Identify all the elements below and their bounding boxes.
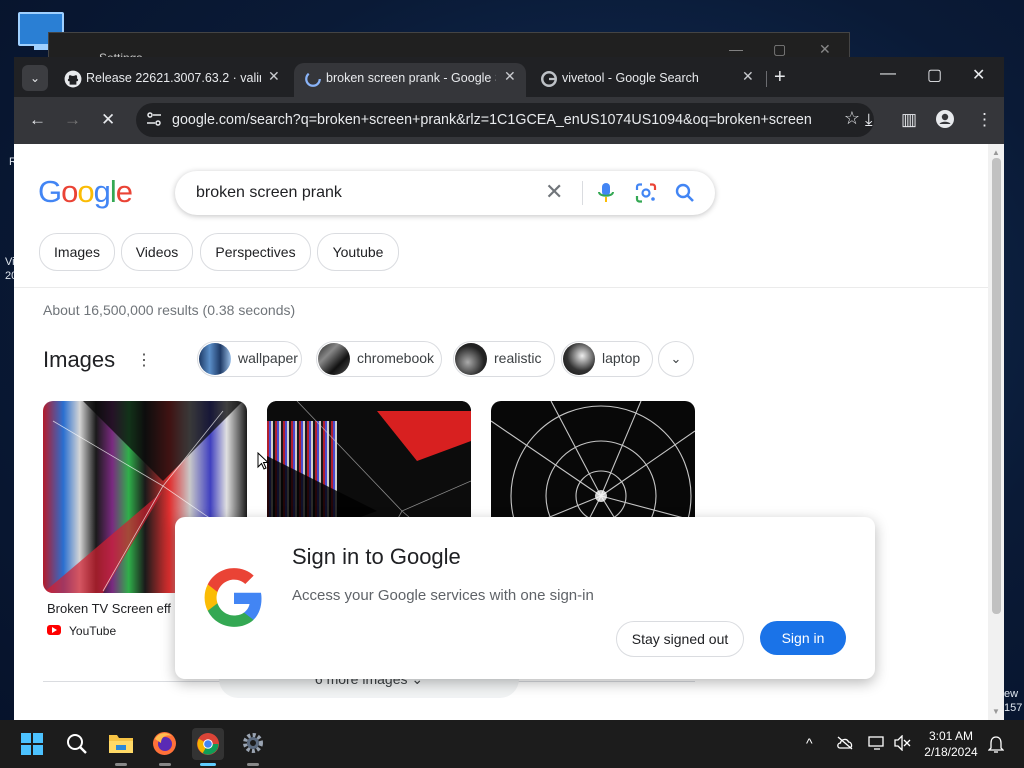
sign-in-title: Sign in to Google: [292, 544, 461, 569]
bookmark-star-icon[interactable]: ☆: [844, 108, 860, 129]
refine-chip-chromebook[interactable]: chromebook: [316, 341, 442, 377]
sign-in-body: Access your Google services with one sig…: [292, 587, 594, 604]
taskbar: ^ 3:01 AM 2/18/2024: [0, 720, 1024, 768]
chrome-icon: [197, 733, 219, 755]
close-icon[interactable]: ✕: [819, 41, 831, 58]
tab-github-release[interactable]: Release 22621.3007.63.2 · valine ✕: [54, 63, 290, 97]
mouse-cursor-icon: [257, 452, 269, 470]
chip-youtube[interactable]: Youtube: [317, 233, 399, 271]
youtube-icon: [47, 625, 61, 635]
desktop-text: ew: [1004, 688, 1019, 700]
address-bar[interactable]: google.com/search?q=broken+screen+prank&…: [136, 103, 874, 137]
clear-search-icon[interactable]: ✕: [545, 179, 563, 205]
scroll-down-arrow-icon[interactable]: ▼: [992, 707, 1000, 716]
google-icon: [541, 71, 557, 87]
onedrive-icon[interactable]: [836, 736, 854, 750]
settings-gear-icon[interactable]: [241, 731, 265, 755]
browser-toolbar: ← → ✕ google.com/search?q=broken+screen+…: [14, 97, 1004, 144]
result-stats: About 16,500,000 results (0.38 seconds): [43, 302, 296, 318]
site-info-icon[interactable]: [146, 111, 162, 127]
tab-label: vivetool - Google Search: [562, 71, 699, 85]
chip-perspectives[interactable]: Perspectives: [200, 233, 311, 271]
laptop-thumbnail: [563, 343, 595, 375]
clock-time: 3:01 AM: [928, 729, 974, 743]
tab-separator: [766, 71, 767, 87]
tab-strip: ⌄ Release 22621.3007.63.2 · valine ✕ bro…: [14, 57, 1004, 97]
tab-broken-screen-prank[interactable]: broken screen prank - Google S ✕: [294, 63, 526, 97]
search-icon[interactable]: [675, 183, 695, 203]
search-input[interactable]: broken screen prank: [196, 184, 342, 202]
close-icon[interactable]: ✕: [972, 65, 985, 85]
tab-search-button[interactable]: ⌄: [22, 65, 48, 91]
chrome-taskbar-button[interactable]: [192, 728, 224, 760]
maximize-icon[interactable]: ▢: [927, 65, 942, 85]
notification-bell-icon[interactable]: [988, 735, 1004, 753]
network-icon[interactable]: [868, 735, 886, 751]
chip-images[interactable]: Images: [39, 233, 115, 271]
taskbar-indicator: [159, 763, 171, 766]
chip-videos[interactable]: Videos: [121, 233, 193, 271]
taskbar-clock[interactable]: 3:01 AM 2/18/2024: [919, 728, 983, 760]
profile-icon[interactable]: [935, 109, 955, 129]
refine-chip-wallpaper[interactable]: wallpaper: [197, 341, 302, 377]
refine-chip-label: realistic: [494, 350, 542, 366]
chromebook-thumbnail: [318, 343, 350, 375]
desktop-text: 157: [1004, 702, 1023, 714]
refine-chip-label: chromebook: [357, 350, 435, 366]
github-icon: [64, 70, 82, 88]
volume-muted-icon[interactable]: [893, 735, 911, 751]
tab-vivetool[interactable]: vivetool - Google Search ✕: [530, 63, 770, 97]
more-options-icon[interactable]: ⋮: [136, 350, 152, 370]
minimize-icon[interactable]: —: [729, 41, 743, 57]
refine-chip-label: laptop: [602, 350, 641, 366]
image-source: YouTube: [69, 624, 117, 638]
voice-search-icon[interactable]: [597, 182, 615, 204]
side-panel-icon[interactable]: ▥: [901, 110, 917, 130]
scroll-up-arrow-icon[interactable]: ▲: [992, 148, 1000, 157]
windows-start-icon[interactable]: [20, 732, 44, 756]
image-caption[interactable]: Broken TV Screen eff: [47, 601, 171, 616]
refine-chip-laptop[interactable]: laptop: [561, 341, 653, 377]
images-heading: Images: [43, 347, 116, 372]
address-url: google.com/search?q=broken+screen+prank&…: [172, 112, 812, 128]
search-box[interactable]: broken screen prank ✕: [175, 171, 715, 215]
firefox-icon[interactable]: [152, 731, 177, 756]
tab-label: broken screen prank - Google S: [326, 71, 496, 85]
loading-icon: [305, 71, 321, 87]
sign-in-popup: Sign in to Google Access your Google ser…: [175, 517, 875, 679]
page-scrollbar[interactable]: ▲ ▼: [988, 144, 1004, 720]
refine-chip-label: wallpaper: [238, 350, 298, 366]
minimize-icon[interactable]: —: [880, 65, 896, 83]
file-explorer-icon[interactable]: [108, 732, 134, 754]
close-tab-icon[interactable]: ✕: [504, 68, 516, 85]
clock-date: 2/18/2024: [924, 745, 978, 759]
header-divider: [14, 287, 988, 288]
expand-chips-chevron-icon[interactable]: ⌄: [658, 341, 694, 377]
realistic-thumbnail: [455, 343, 487, 375]
google-logo[interactable]: Google: [38, 174, 133, 210]
search-icon[interactable]: [66, 733, 88, 755]
taskbar-indicator: [247, 763, 259, 766]
refine-chip-realistic[interactable]: realistic: [453, 341, 555, 377]
close-tab-icon[interactable]: ✕: [742, 68, 754, 85]
new-tab-button[interactable]: +: [774, 66, 786, 89]
download-icon[interactable]: ⤓: [865, 110, 873, 130]
taskbar-indicator: [115, 763, 127, 766]
forward-arrow-icon[interactable]: →: [64, 110, 81, 130]
chevron-up-icon[interactable]: ^: [806, 735, 813, 751]
taskbar-active-indicator: [200, 763, 216, 766]
wallpaper-thumbnail: [199, 343, 231, 375]
back-arrow-icon[interactable]: ←: [29, 110, 46, 130]
close-tab-icon[interactable]: ✕: [268, 68, 280, 85]
scrollbar-thumb[interactable]: [992, 158, 1001, 614]
menu-dots-icon[interactable]: ⋮: [976, 110, 993, 130]
tab-label: Release 22621.3007.63.2 · valine: [86, 71, 261, 85]
stop-loading-icon[interactable]: ✕: [101, 110, 115, 130]
stay-signed-out-button[interactable]: Stay signed out: [616, 621, 744, 657]
sign-in-button[interactable]: Sign in: [760, 621, 846, 655]
maximize-icon[interactable]: ▢: [773, 41, 786, 58]
search-divider: [582, 181, 583, 205]
google-g-logo-icon: [204, 568, 262, 627]
lens-search-icon[interactable]: [635, 183, 657, 203]
